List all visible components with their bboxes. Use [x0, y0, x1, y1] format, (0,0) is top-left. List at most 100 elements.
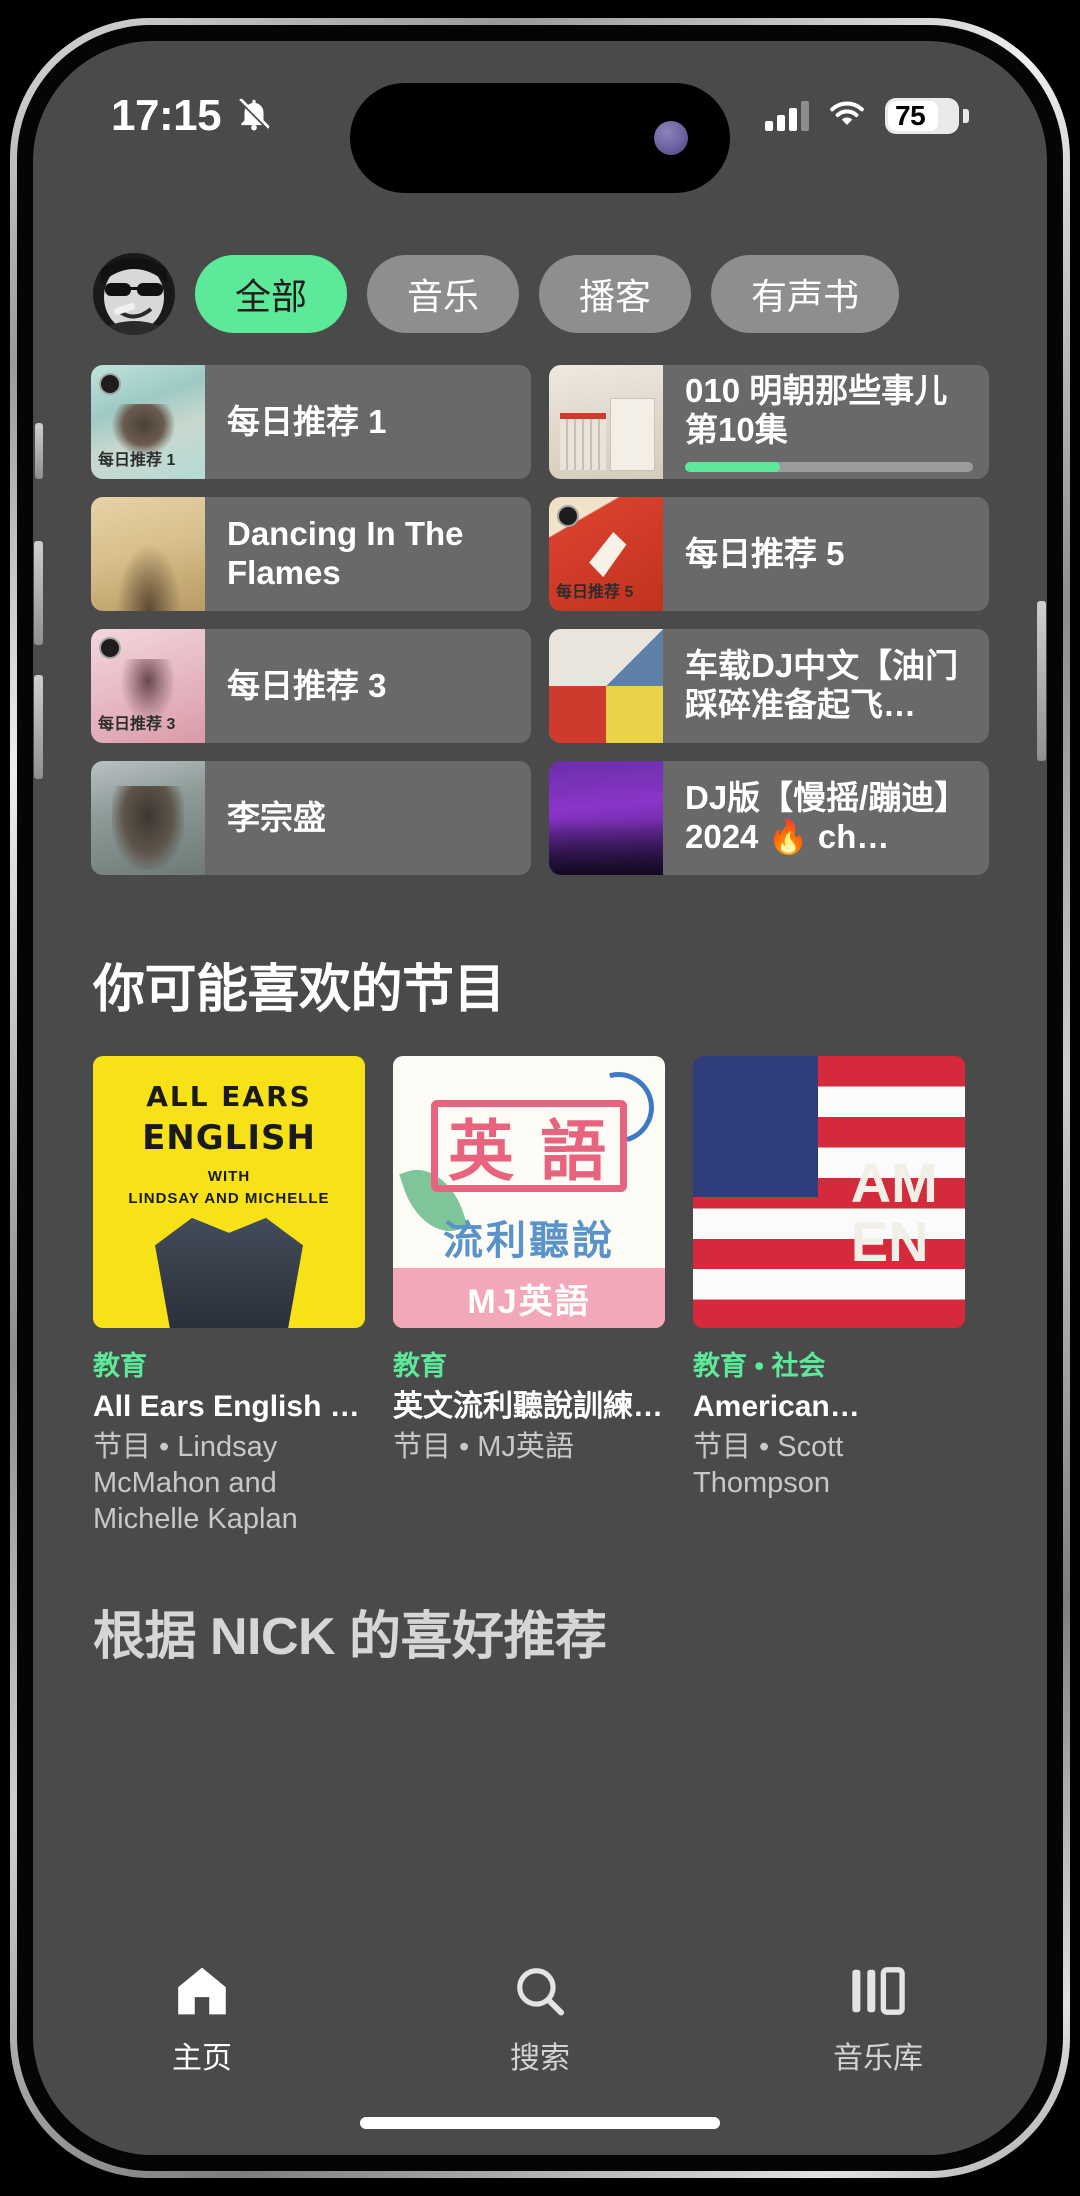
phone-screen: 17:15 75 全部 音乐 播客 有声书 每日推荐 1 每日推荐 1 010 …: [33, 41, 1047, 2155]
shortcut-grid: 每日推荐 1 每日推荐 1 010 明朝那些事儿 第10集 Dancing In…: [33, 335, 1047, 875]
avatar[interactable]: [93, 253, 175, 335]
shortcut-thumbnail: [549, 629, 663, 743]
volume-down-button[interactable]: [34, 675, 43, 779]
shortcut-thumbnail: [91, 761, 205, 875]
shortcut-title: 010 明朝那些事儿 第10集: [685, 372, 948, 448]
tab-home-label: 主页: [172, 2042, 232, 2075]
shortcut-thumbnail: [91, 497, 205, 611]
cover-line-2: 流利聽說: [443, 1219, 615, 1264]
tab-search[interactable]: 搜索: [371, 1963, 709, 2077]
podcast-name: All Ears English Podcast: [93, 1390, 365, 1423]
shortcut-body: 每日推荐 5: [663, 535, 989, 574]
podcast-card[interactable]: ALL EARS ENGLISH WITH LINDSAY AND MICHEL…: [93, 1056, 365, 1538]
shortcut-title: Dancing In The Flames: [227, 515, 464, 591]
podcast-byline: 节目 • Lindsay McMahon and Michelle Kaplan: [93, 1431, 298, 1535]
podcast-byline: 节目 • MJ英語: [393, 1431, 574, 1463]
front-camera-icon: [654, 121, 688, 155]
chip-all[interactable]: 全部: [195, 255, 348, 333]
shortcut-card[interactable]: 每日推荐 3 每日推荐 3: [91, 629, 531, 743]
shortcut-body: 每日推荐 1: [205, 403, 531, 442]
spotify-badge-icon: [99, 637, 121, 659]
dynamic-island: [350, 83, 730, 193]
cover-line-3: WITH: [207, 1168, 251, 1185]
shortcut-card[interactable]: 每日推荐 1 每日推荐 1: [91, 365, 531, 479]
thumbnail-caption: 每日推荐 3: [98, 716, 176, 733]
shortcut-body: DJ版【慢摇/蹦迪】2024 🔥 ch…: [663, 779, 989, 857]
chip-music[interactable]: 音乐: [367, 255, 520, 333]
cover-flag-canton: [693, 1056, 819, 1198]
podcast-card[interactable]: 英 語 流利聽說 MJ英語 教育 英文流利聽說訓練 | MJ… 节目 • MJ英…: [393, 1056, 665, 1538]
shortcut-card[interactable]: DJ版【慢摇/蹦迪】2024 🔥 ch…: [549, 761, 989, 875]
shortcut-card[interactable]: Dancing In The Flames: [91, 497, 531, 611]
cover-line-1: AM EN: [850, 1150, 938, 1273]
shortcut-title: DJ版【慢摇/蹦迪】2024 🔥 ch…: [685, 779, 968, 855]
home-icon: [174, 1963, 230, 2019]
silent-switch[interactable]: [35, 423, 43, 479]
chip-audiobook[interactable]: 有声书: [711, 255, 900, 333]
tab-search-label: 搜索: [510, 2042, 570, 2075]
podcast-category: 教育: [93, 1351, 147, 1381]
section-title-podcasts: 你可能喜欢的节目: [93, 961, 506, 1019]
shortcut-card[interactable]: 李宗盛: [91, 761, 531, 875]
shortcut-card[interactable]: 车载DJ中文【油门踩碎准备起飞…: [549, 629, 989, 743]
podcast-carousel[interactable]: ALL EARS ENGLISH WITH LINDSAY AND MICHEL…: [33, 1056, 1047, 1538]
shortcut-body: 010 明朝那些事儿 第10集: [663, 372, 989, 472]
wifi-icon: [827, 99, 867, 134]
tab-home[interactable]: 主页: [33, 1963, 371, 2077]
scroll-content[interactable]: 全部 音乐 播客 有声书 每日推荐 1 每日推荐 1 010 明朝那些事儿 第1…: [33, 191, 1047, 2155]
podcast-cover: 英 語 流利聽說 MJ英語: [393, 1056, 665, 1328]
shortcut-thumbnail: 每日推荐 1: [91, 365, 205, 479]
shortcut-card[interactable]: 每日推荐 5 每日推荐 5: [549, 497, 989, 611]
podcast-byline: 节目 • Scott Thompson: [693, 1431, 844, 1499]
shortcut-body: 李宗盛: [205, 799, 531, 838]
podcast-cover: AM EN: [693, 1056, 965, 1328]
shortcut-title: 每日推荐 1: [227, 402, 387, 440]
shortcut-thumbnail: 每日推荐 3: [91, 629, 205, 743]
section-title-nick: 根据 NICK 的喜好推荐: [93, 1607, 607, 1666]
power-button[interactable]: [1037, 601, 1046, 761]
tabbar-scrim: [33, 1855, 1047, 1945]
cover-line-3: MJ英語: [393, 1268, 665, 1328]
playback-progress-bar: [685, 461, 973, 472]
cover-artwork: [155, 1217, 303, 1328]
shortcut-card[interactable]: 010 明朝那些事儿 第10集: [549, 365, 989, 479]
home-indicator[interactable]: [360, 2117, 720, 2129]
shortcut-title: 每日推荐 3: [227, 666, 387, 704]
shortcut-body: 车载DJ中文【油门踩碎准备起飞…: [663, 647, 989, 725]
library-icon: [849, 1963, 907, 2019]
battery-level-text: 75: [895, 100, 926, 131]
phone-frame: 17:15 75 全部 音乐 播客 有声书 每日推荐 1 每日推荐 1 010 …: [10, 18, 1070, 2178]
podcast-name: American…: [693, 1390, 860, 1423]
shortcut-body: Dancing In The Flames: [205, 515, 531, 593]
cover-line-2: ENGLISH: [142, 1118, 316, 1158]
thumbnail-caption: 每日推荐 1: [98, 452, 176, 469]
volume-up-button[interactable]: [34, 541, 43, 645]
tab-library[interactable]: 音乐库: [709, 1963, 1047, 2077]
phone-bezel: 17:15 75 全部 音乐 播客 有声书 每日推荐 1 每日推荐 1 010 …: [17, 25, 1063, 2171]
podcast-name: 英文流利聽說訓練 | MJ…: [393, 1390, 665, 1423]
status-bar-right: 75: [765, 98, 969, 134]
shortcut-title: 李宗盛: [227, 798, 326, 836]
shortcut-title: 每日推荐 5: [685, 534, 845, 572]
status-bar-left: 17:15: [111, 91, 351, 141]
podcast-category: 教育 • 社会: [693, 1351, 826, 1381]
shortcut-title: 车载DJ中文【油门踩碎准备起飞…: [685, 647, 959, 723]
shortcut-thumbnail: 每日推荐 5: [549, 497, 663, 611]
shortcut-thumbnail: [549, 761, 663, 875]
cover-line-4: LINDSAY AND MICHELLE: [128, 1190, 330, 1207]
podcast-card[interactable]: AM EN 教育 • 社会 American… 节目 • Scott Thomp…: [693, 1056, 965, 1538]
tab-library-label: 音乐库: [833, 2042, 923, 2075]
filter-chips-row: 全部 音乐 播客 有声书: [33, 191, 1047, 335]
bell-slash-icon: [235, 95, 273, 138]
battery-indicator: 75: [885, 98, 969, 134]
podcast-cover: ALL EARS ENGLISH WITH LINDSAY AND MICHEL…: [93, 1056, 365, 1328]
shortcut-thumbnail: [549, 365, 663, 479]
cellular-signal-icon: [765, 101, 809, 131]
cover-line-1: ALL EARS: [146, 1080, 312, 1113]
podcast-category: 教育: [393, 1351, 447, 1381]
thumbnail-caption: 每日推荐 5: [556, 584, 634, 601]
search-icon: [512, 1963, 568, 2019]
spotify-badge-icon: [99, 373, 121, 395]
status-clock: 17:15: [111, 91, 222, 140]
chip-podcast[interactable]: 播客: [539, 255, 692, 333]
